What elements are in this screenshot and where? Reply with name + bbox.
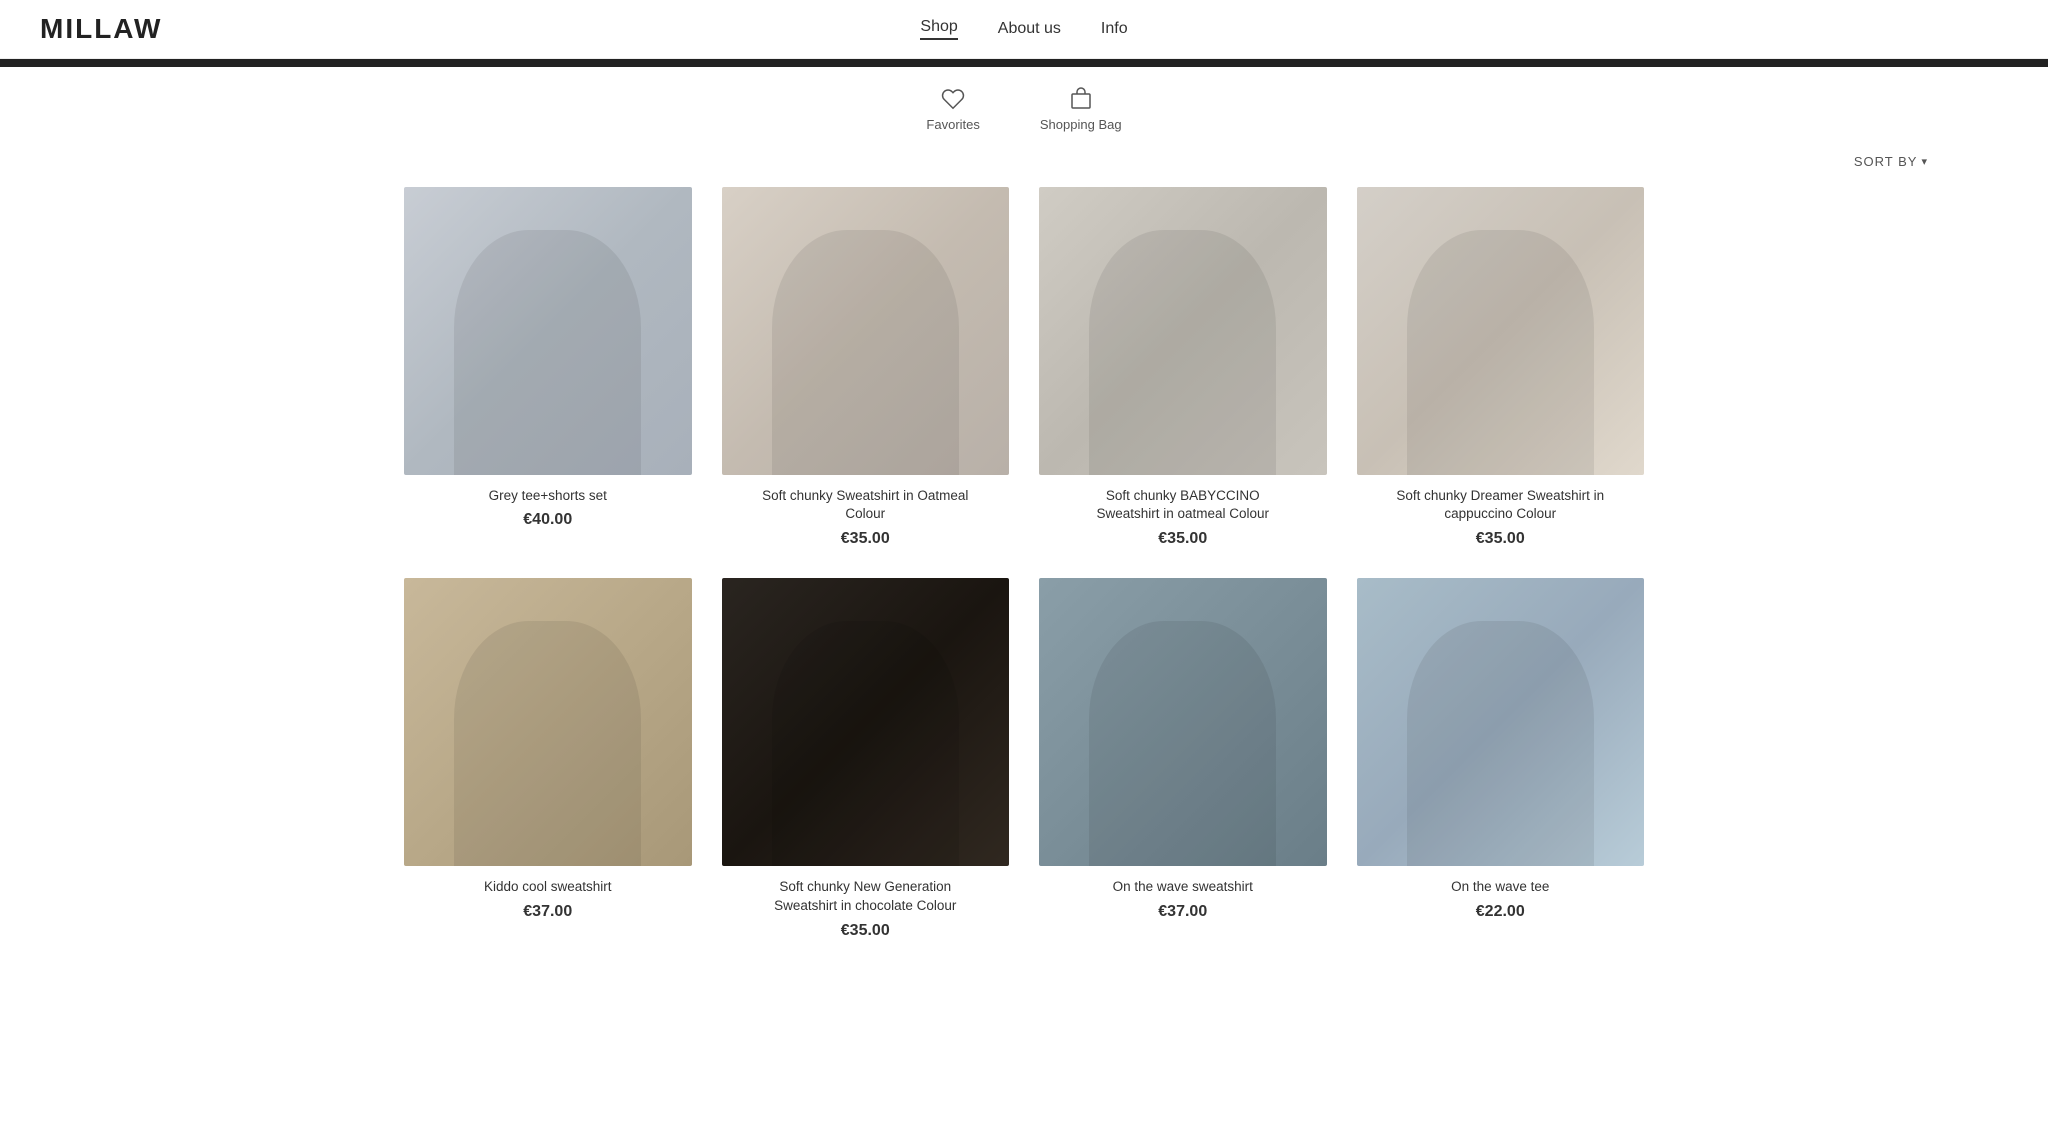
- product-name-2: Soft chunky Sweatshirt in Oatmeal Colour: [755, 487, 975, 525]
- product-price-8: €22.00: [1476, 903, 1525, 921]
- main-nav: Shop About us Info: [920, 18, 1127, 40]
- product-image-5: [404, 578, 692, 866]
- product-price-1: €40.00: [523, 511, 572, 529]
- child-figure-8: [1357, 578, 1645, 866]
- nav-shop[interactable]: Shop: [920, 18, 957, 40]
- product-name-4: Soft chunky Dreamer Sweatshirt in cappuc…: [1390, 487, 1610, 525]
- product-card-1[interactable]: Grey tee+shorts set €40.00: [404, 187, 692, 548]
- product-price-5: €37.00: [523, 903, 572, 921]
- product-card-4[interactable]: Soft chunky Dreamer Sweatshirt in cappuc…: [1357, 187, 1645, 548]
- chevron-down-icon: ▾: [1921, 155, 1928, 168]
- product-name-5: Kiddo cool sweatshirt: [484, 878, 612, 897]
- product-card-7[interactable]: On the wave sweatshirt €37.00: [1039, 578, 1327, 939]
- child-figure-4: [1357, 187, 1645, 475]
- product-name-6: Soft chunky New Generation Sweatshirt in…: [755, 878, 975, 916]
- product-image-4: [1357, 187, 1645, 475]
- product-name-7: On the wave sweatshirt: [1113, 878, 1253, 897]
- sort-by-button[interactable]: SORT BY ▾: [1854, 154, 1928, 169]
- product-image-8: [1357, 578, 1645, 866]
- product-price-2: €35.00: [841, 530, 890, 548]
- child-figure-1: [404, 187, 692, 475]
- product-price-7: €37.00: [1158, 903, 1207, 921]
- product-name-8: On the wave tee: [1451, 878, 1549, 897]
- product-name-1: Grey tee+shorts set: [489, 487, 607, 506]
- logo[interactable]: MILLAW: [40, 13, 162, 45]
- header: MILLAW Shop About us Info: [0, 0, 2048, 59]
- nav-about-us[interactable]: About us: [998, 20, 1061, 38]
- heart-icon: [941, 87, 965, 111]
- product-price-4: €35.00: [1476, 530, 1525, 548]
- child-figure-6: [722, 578, 1010, 866]
- product-price-3: €35.00: [1158, 530, 1207, 548]
- product-price-6: €35.00: [841, 922, 890, 940]
- product-image-1: [404, 187, 692, 475]
- child-figure-3: [1039, 187, 1327, 475]
- product-card-3[interactable]: Soft chunky BABYCCINO Sweatshirt in oatm…: [1039, 187, 1327, 548]
- favorites-label: Favorites: [926, 117, 979, 132]
- product-image-7: [1039, 578, 1327, 866]
- toolbar: Favorites Shopping Bag: [0, 67, 2048, 142]
- child-figure-7: [1039, 578, 1327, 866]
- product-card-6[interactable]: Soft chunky New Generation Sweatshirt in…: [722, 578, 1010, 939]
- child-figure-5: [404, 578, 692, 866]
- favorites-button[interactable]: Favorites: [926, 87, 979, 132]
- product-card-8[interactable]: On the wave tee €22.00: [1357, 578, 1645, 939]
- product-name-3: Soft chunky BABYCCINO Sweatshirt in oatm…: [1073, 487, 1293, 525]
- bag-icon: [1069, 87, 1093, 111]
- product-image-3: [1039, 187, 1327, 475]
- product-image-2: [722, 187, 1010, 475]
- product-card-5[interactable]: Kiddo cool sweatshirt €37.00: [404, 578, 692, 939]
- product-image-6: [722, 578, 1010, 866]
- hero-bar: [0, 59, 2048, 67]
- shopping-bag-button[interactable]: Shopping Bag: [1040, 87, 1122, 132]
- shopping-bag-label: Shopping Bag: [1040, 117, 1122, 132]
- sort-bar: SORT BY ▾: [0, 142, 2048, 177]
- child-figure-2: [722, 187, 1010, 475]
- product-card-2[interactable]: Soft chunky Sweatshirt in Oatmeal Colour…: [722, 187, 1010, 548]
- nav-info[interactable]: Info: [1101, 20, 1128, 38]
- product-grid: Grey tee+shorts set €40.00 Soft chunky S…: [294, 177, 1754, 980]
- sort-by-label: SORT BY: [1854, 154, 1918, 169]
